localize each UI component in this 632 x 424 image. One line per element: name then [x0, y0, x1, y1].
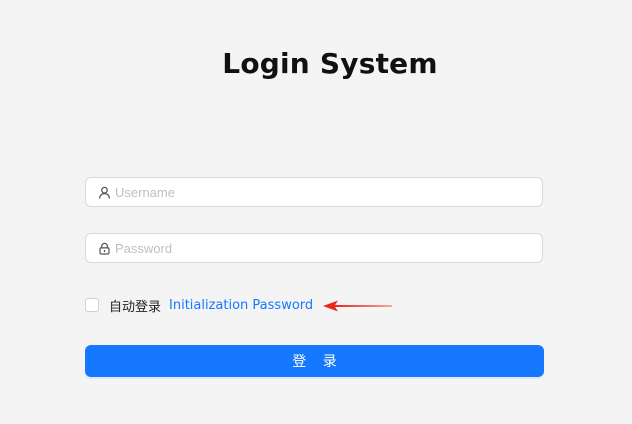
lock-icon — [97, 241, 111, 255]
password-field[interactable] — [85, 233, 543, 263]
username-field[interactable] — [85, 177, 543, 207]
auto-login-label[interactable]: 自动登录 — [109, 296, 161, 315]
login-button[interactable]: 登 录 — [85, 345, 544, 377]
red-arrow-icon — [322, 299, 394, 313]
initialization-password-link[interactable]: Initialization Password — [169, 298, 313, 313]
remember-row: 自动登录 Initialization Password — [85, 296, 313, 315]
password-input[interactable] — [115, 234, 542, 262]
username-input[interactable] — [115, 178, 542, 206]
auto-login-checkbox[interactable] — [85, 298, 99, 312]
user-icon — [97, 185, 111, 199]
page-title: Login System — [222, 46, 438, 80]
